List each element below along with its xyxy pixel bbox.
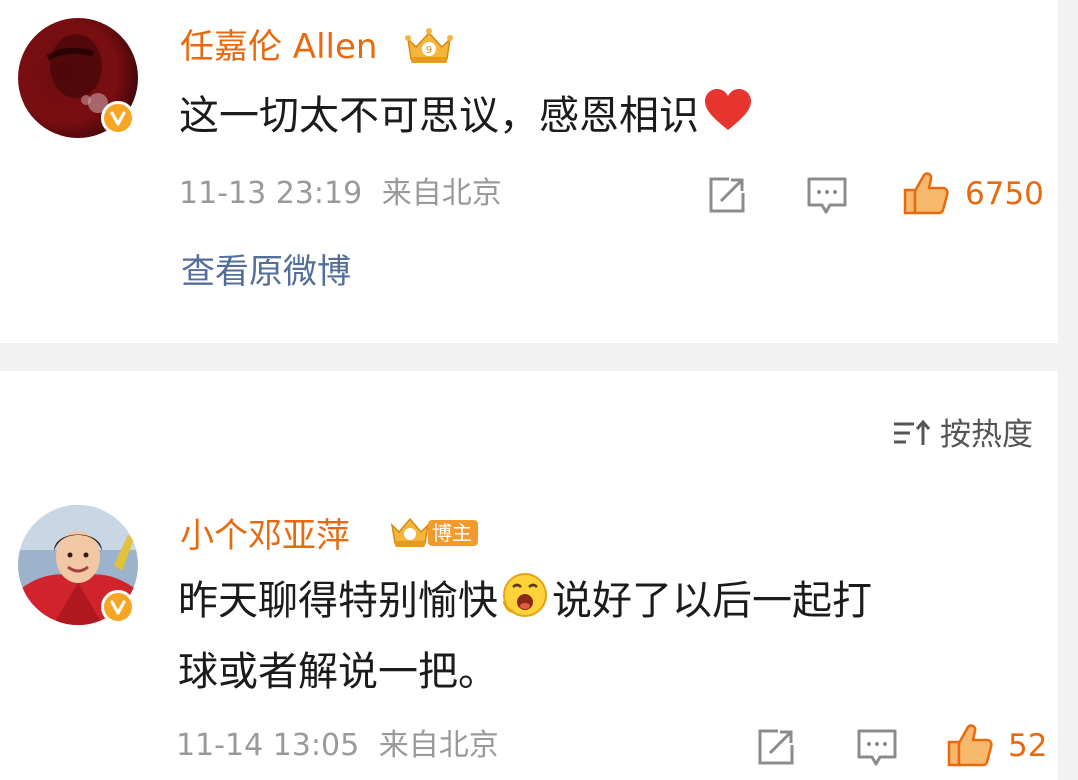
location: 来自北京 bbox=[381, 176, 502, 211]
section-divider bbox=[0, 343, 1058, 371]
comment-icon[interactable] bbox=[806, 175, 848, 221]
verified-badge-icon bbox=[101, 590, 135, 624]
verified-badge-icon bbox=[101, 101, 135, 135]
like-count: 6750 bbox=[965, 176, 1044, 212]
sort-label: 按热度 bbox=[940, 417, 1033, 453]
scrollbar-track bbox=[1058, 0, 1078, 780]
comment-text: 这一切太不可思议，感恩相识 bbox=[179, 87, 753, 148]
svg-text:9: 9 bbox=[426, 45, 432, 56]
heart-icon bbox=[703, 88, 753, 148]
timestamp: 11-14 13:05 bbox=[176, 728, 360, 763]
comment-text: 昨天聊得特别愉快 说好了以后一起打 bbox=[178, 571, 872, 635]
comment-icon[interactable] bbox=[856, 727, 898, 773]
like-icon[interactable] bbox=[902, 170, 950, 220]
like-count: 52 bbox=[1008, 728, 1048, 764]
view-original-link[interactable]: 查看原微博 bbox=[181, 252, 351, 292]
comment-item: 任嘉伦 Allen 9 这一切太不可思议，感恩相识 11-13 23:19 来自… bbox=[0, 0, 1058, 343]
comments-page: 任嘉伦 Allen 9 这一切太不可思议，感恩相识 11-13 23:19 来自… bbox=[0, 0, 1078, 780]
blogger-badge: 博主 bbox=[428, 520, 478, 546]
repost-icon[interactable] bbox=[756, 727, 796, 771]
comment-item: 小个邓亚萍 博主 昨天聊得特别愉快 说好了以后一起打 球或者解说一把。 11-1… bbox=[0, 480, 1058, 780]
username[interactable]: 小个邓亚萍 bbox=[180, 516, 350, 556]
comment-text-line2: 球或者解说一把。 bbox=[178, 649, 498, 695]
member-crown-icon: 9 bbox=[402, 25, 456, 71]
like-icon[interactable] bbox=[946, 722, 994, 772]
repost-icon[interactable] bbox=[707, 175, 747, 219]
timestamp: 11-13 23:19 bbox=[179, 176, 363, 211]
sort-toggle[interactable]: 按热度 bbox=[892, 417, 1033, 456]
location: 来自北京 bbox=[378, 728, 499, 763]
username[interactable]: 任嘉伦 Allen bbox=[180, 27, 377, 67]
sort-icon bbox=[892, 418, 932, 456]
member-crown-icon bbox=[388, 513, 432, 555]
comment-meta: 11-13 23:19 来自北京 bbox=[179, 176, 502, 212]
laughing-emoji-icon bbox=[500, 571, 550, 635]
comment-meta: 11-14 13:05 来自北京 bbox=[176, 728, 499, 764]
